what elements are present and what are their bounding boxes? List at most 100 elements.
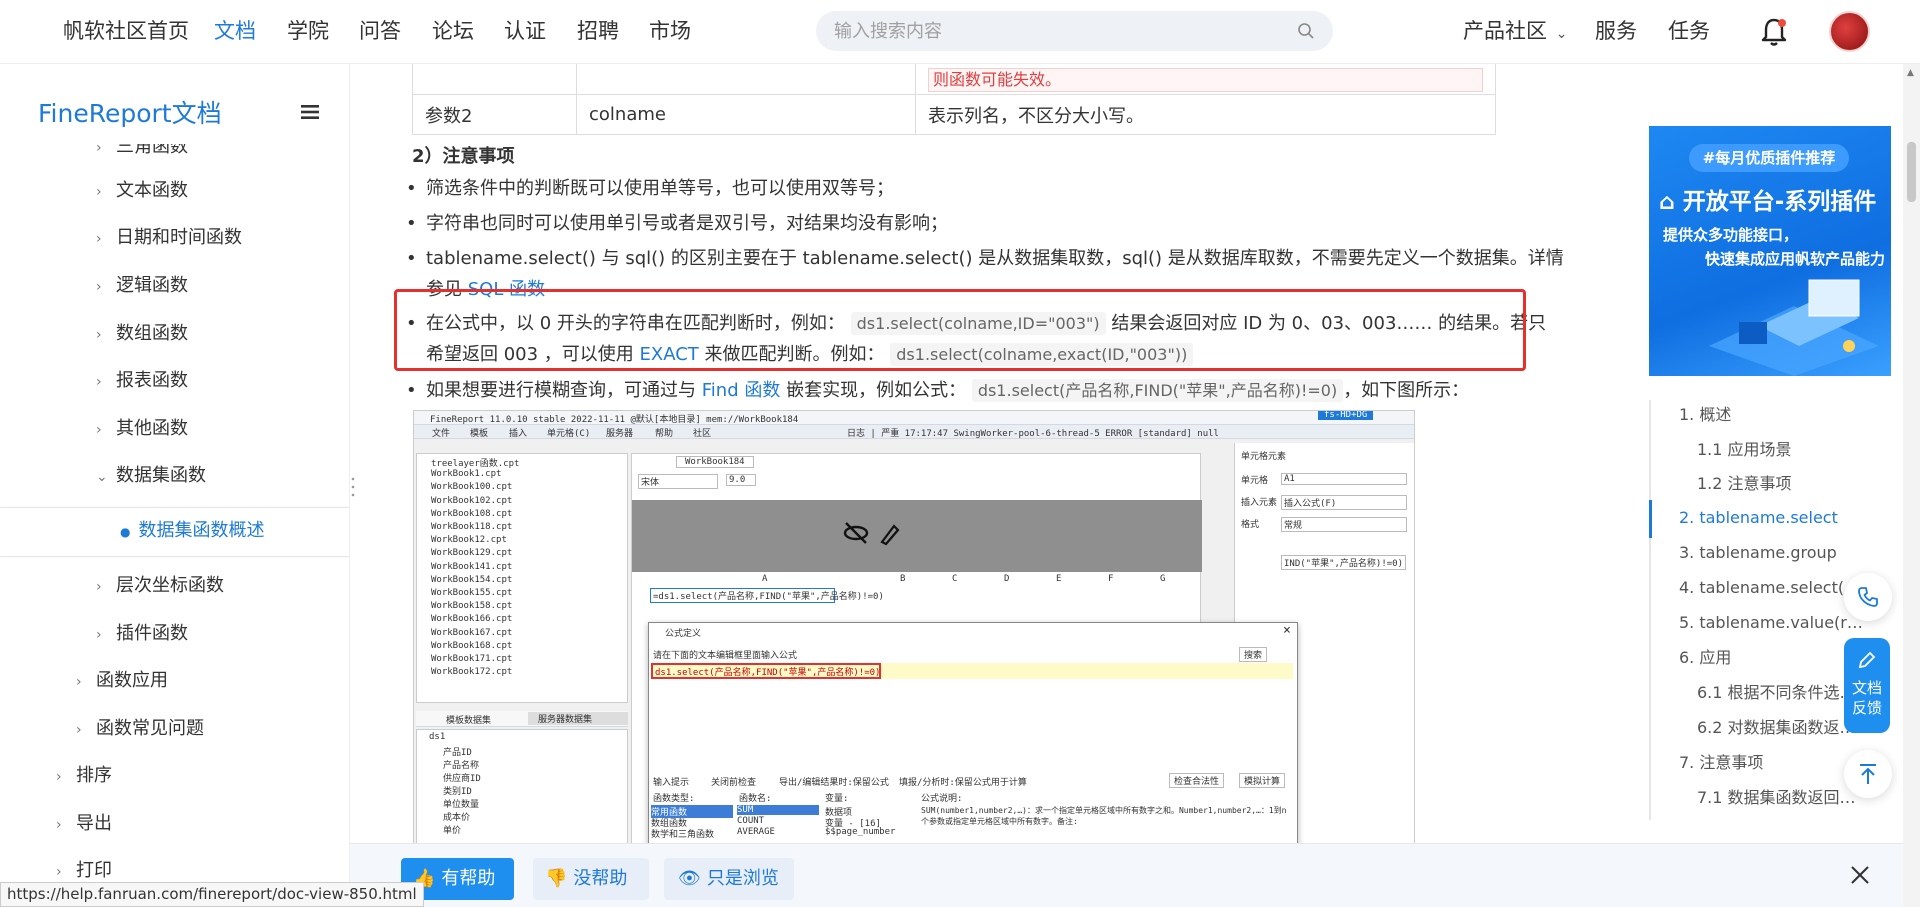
- screenshot-col-func-name: 函数名:: [739, 794, 772, 804]
- screenshot-gray-band: [632, 500, 1202, 572]
- bullet-dot-icon: ●: [120, 525, 131, 539]
- doc-feedback-button[interactable]: 文档反馈: [1844, 638, 1890, 733]
- toc-item[interactable]: 2. tablename.select: [1679, 506, 1838, 530]
- sidebar-item-array-functions[interactable]: › 数组函数: [96, 321, 188, 347]
- toc-active-indicator: [1649, 500, 1652, 538]
- sidebar-title[interactable]: FineReport文档: [38, 94, 222, 130]
- sidebar-item-other-functions[interactable]: › 其他函数: [96, 416, 188, 442]
- list-item-text: tablename.select() 与 sql() 的区别主要在于 table…: [426, 248, 1564, 269]
- sidebar-item-sort[interactable]: › 排序: [56, 763, 112, 789]
- screenshot-file-item: WorkBook158.cpt: [431, 601, 513, 612]
- chevron-right-icon: ›: [96, 327, 102, 343]
- nav-community-home[interactable]: 帆软社区首页: [63, 16, 189, 46]
- screenshot-props-formula: IND("苹果",产品名称)!=0): [1281, 555, 1407, 570]
- phone-button[interactable]: [1844, 573, 1892, 621]
- screenshot-ds-field: 类别ID: [443, 787, 472, 797]
- sidebar-item-level-coord-functions[interactable]: › 层次坐标函数: [96, 573, 224, 599]
- nav-tasks[interactable]: 任务: [1668, 16, 1710, 46]
- nav-docs[interactable]: 文档: [214, 16, 256, 46]
- back-to-top-button[interactable]: [1844, 750, 1892, 798]
- nav-academy[interactable]: 学院: [287, 16, 329, 46]
- toc-item[interactable]: 7.1 数据集函数返回…: [1697, 786, 1856, 810]
- nav-jobs[interactable]: 招聘: [577, 16, 619, 46]
- not-helpful-button[interactable]: 👎 没帮助: [533, 858, 649, 900]
- sidebar-item-print[interactable]: › 打印: [56, 858, 112, 884]
- nav-product-community[interactable]: 产品社区 ⌄: [1463, 16, 1567, 46]
- sidebar-item-dataset-functions[interactable]: ⌄ 数据集函数: [96, 463, 206, 489]
- sidebar-item-function-faq[interactable]: › 函数常见问题: [76, 716, 204, 742]
- user-avatar[interactable]: [1829, 11, 1870, 52]
- sidebar-item-trig-functions[interactable]: › 三角函数: [96, 144, 188, 160]
- chevron-down-icon: ⌄: [1555, 26, 1568, 42]
- toc-item[interactable]: 3. tablename.group: [1679, 541, 1837, 565]
- sidebar-item-datetime-functions[interactable]: › 日期和时间函数: [96, 225, 242, 251]
- find-function-link[interactable]: Find 函数: [702, 380, 781, 401]
- chevron-right-icon: ›: [56, 769, 62, 785]
- list-item: 字符串也同时可以使用单引号或者是双引号，对结果均没有影响；: [406, 208, 1596, 239]
- sidebar-item-plugin-functions[interactable]: › 插件函数: [96, 621, 188, 647]
- param-table: 则函数可能失效。 参数2 colname 表示列名，不区分大小写。: [412, 64, 1496, 135]
- nav-forum[interactable]: 论坛: [432, 16, 474, 46]
- screenshot-dialog-hint: 请在下面的文本编辑框里面输入公式: [653, 651, 798, 661]
- sidebar-item-label: 数组函数: [116, 323, 188, 344]
- sidebar-item-label: 层次坐标函数: [116, 575, 224, 596]
- plugin-ad-banner[interactable]: #每月优质插件推荐 ⌂ 开放平台-系列插件 提供众多功能接口， 快速集成应用帆软…: [1649, 126, 1891, 376]
- scrollbar-thumb[interactable]: [1907, 142, 1916, 202]
- sidebar-item-function-apps[interactable]: › 函数应用: [76, 668, 168, 694]
- screenshot-file-item: WorkBook167.cpt: [431, 627, 513, 638]
- screenshot-formula-line: ds1.select(产品名称,FIND("苹果",产品名称)!=0): [651, 663, 1293, 679]
- toc-item[interactable]: 6. 应用: [1679, 646, 1731, 670]
- sidebar-item-text-functions[interactable]: › 文本函数: [96, 178, 188, 204]
- sidebar-item-label: 数据集函数概述: [138, 520, 265, 541]
- toc-item[interactable]: 1. 概述: [1679, 403, 1731, 427]
- toc-item[interactable]: 6.1 根据不同条件选…: [1697, 681, 1856, 705]
- sidebar-item-logic-functions[interactable]: › 逻辑函数: [96, 273, 188, 299]
- screenshot-col-vars: 变量:: [825, 794, 849, 804]
- nav-qa[interactable]: 问答: [359, 16, 401, 46]
- screenshot-prop-key: 单元格: [1241, 476, 1269, 486]
- screenshot-file-item: treelayer函数.cpt: [431, 459, 520, 469]
- sidebar-item-export[interactable]: › 导出: [56, 811, 112, 837]
- sidebar-item-report-functions[interactable]: › 报表函数: [96, 368, 188, 394]
- sidebar-item-dataset-functions-overview[interactable]: ● 数据集函数概述: [120, 518, 264, 544]
- scroll-up-arrow-icon[interactable]: ▲: [1907, 68, 1914, 78]
- close-icon: ×: [1283, 623, 1291, 638]
- ad-title: ⌂ 开放平台-系列插件: [1659, 182, 1876, 216]
- chevron-down-icon: ⌄: [96, 469, 108, 485]
- chevron-right-icon: ›: [76, 722, 82, 738]
- toc-item[interactable]: 1.2 注意事项: [1697, 472, 1792, 496]
- screenshot-col-desc: 公式说明:: [921, 794, 963, 804]
- list-item: 筛选条件中的判断既可以使用单等号，也可以使用双等号；: [406, 173, 1596, 204]
- hamburger-menu-icon[interactable]: [301, 104, 319, 120]
- param-desc-cell: 表示列名，不区分大小写。: [915, 94, 1496, 135]
- sidebar-item-label: 函数常见问题: [96, 718, 204, 739]
- nav-services[interactable]: 服务: [1595, 16, 1637, 46]
- screenshot-func-name: SUM: [737, 805, 819, 815]
- screenshot-file-item: WorkBook171.cpt: [431, 654, 513, 664]
- just-browse-button[interactable]: 👁 只是浏览: [664, 858, 794, 900]
- nav-market[interactable]: 市场: [649, 16, 691, 46]
- toc-track: [1649, 400, 1651, 820]
- toc-item[interactable]: 5. tablename.value(r…: [1679, 611, 1863, 635]
- nav-certification[interactable]: 认证: [504, 16, 546, 46]
- arrow-up-icon: [1860, 764, 1876, 784]
- page-scrollbar[interactable]: ▲: [1903, 64, 1920, 907]
- screenshot-column-header: G: [1160, 574, 1166, 584]
- screenshot-ds-root: ds1: [429, 732, 446, 742]
- toc-item[interactable]: 7. 注意事项: [1679, 751, 1763, 775]
- chevron-right-icon: ›: [96, 184, 102, 200]
- helpful-label: 有帮助: [441, 868, 496, 889]
- close-icon[interactable]: [1849, 864, 1871, 886]
- list-item-text: 嵌套实现，例如公式：: [780, 380, 967, 401]
- search-icon[interactable]: [1297, 22, 1315, 40]
- isometric-illustration-icon: [1709, 279, 1879, 376]
- toc-item[interactable]: 1.1 应用场景: [1697, 438, 1792, 462]
- toc-item[interactable]: 4. tablename.select(…: [1679, 576, 1860, 600]
- designer-screenshot: FineReport 11.0.10 stable 2022-11-11 @默认…: [413, 410, 1415, 907]
- toc-item[interactable]: 6.2 对数据集函数返…: [1697, 716, 1856, 740]
- screenshot-ds-field: 供应商ID: [443, 774, 481, 784]
- screenshot-user-badge: fs-HD+DG: [1318, 411, 1374, 420]
- search-input[interactable]: [834, 11, 1274, 51]
- list-item-text: 如果想要进行模糊查询，可通过与: [426, 380, 702, 401]
- bell-icon[interactable]: [1759, 16, 1789, 48]
